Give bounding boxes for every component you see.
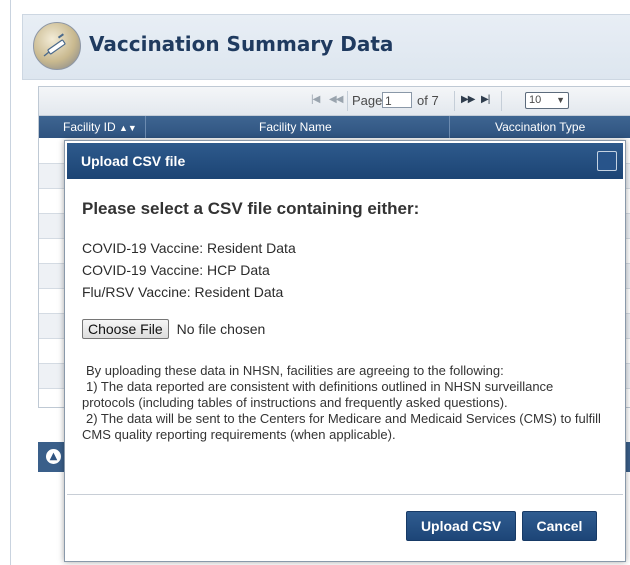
dialog-heading: Please select a CSV file containing eith… xyxy=(82,199,420,218)
dialog-title: Upload CSV file xyxy=(81,153,186,169)
list-item: Flu/RSV Vaccine: Resident Data xyxy=(82,284,284,300)
pager-divider xyxy=(347,91,348,111)
grid-pager: |◀ ◀◀ Page 1 of 7 ▶▶ ▶| 10 ▼ xyxy=(39,87,630,116)
column-header-facility-name[interactable]: Facility Name xyxy=(259,120,332,134)
upload-csv-dialog: Upload CSV file Please select a CSV file… xyxy=(64,140,626,562)
pager-divider xyxy=(454,91,455,111)
cancel-button[interactable]: Cancel xyxy=(522,511,597,541)
choose-file-button[interactable]: Choose File xyxy=(82,319,169,339)
page-header: Vaccination Summary Data xyxy=(22,14,630,80)
page-number-input[interactable]: 1 xyxy=(382,92,412,108)
disclaimer-text: By uploading these data in NHSN, facilit… xyxy=(82,363,607,443)
list-item: COVID-19 Vaccine: HCP Data xyxy=(82,262,270,278)
next-page-icon[interactable]: ▶▶ xyxy=(461,94,475,105)
page-size-select[interactable]: 10 ▼ xyxy=(525,92,569,109)
page-count-label: of 7 xyxy=(417,93,439,108)
upload-arrow-icon[interactable]: ▲ xyxy=(46,449,61,464)
page-title: Vaccination Summary Data xyxy=(89,32,394,56)
disclaimer-intro: By uploading these data in NHSN, facilit… xyxy=(86,363,504,378)
dialog-footer-divider xyxy=(67,494,623,495)
file-input: Choose File No file chosen xyxy=(82,319,607,343)
first-page-icon[interactable]: |◀ xyxy=(311,94,320,105)
prev-page-icon[interactable]: ◀◀ xyxy=(329,94,343,105)
column-divider xyxy=(449,116,450,138)
close-icon[interactable] xyxy=(597,151,617,171)
list-item: COVID-19 Vaccine: Resident Data xyxy=(82,240,296,256)
sort-arrows-icon[interactable]: ▲▼ xyxy=(119,123,137,133)
file-type-list: COVID-19 Vaccine: Resident Data COVID-19… xyxy=(82,237,607,303)
last-page-icon[interactable]: ▶| xyxy=(481,94,490,105)
page-label: Page xyxy=(352,93,383,108)
upload-csv-button[interactable]: Upload CSV xyxy=(406,511,516,541)
page-size-value: 10 xyxy=(529,94,542,106)
dialog-body: Please select a CSV file containing eith… xyxy=(82,199,607,443)
file-status-text: No file chosen xyxy=(176,321,266,337)
grid-column-headers: Facility ID ▲▼ Facility Name Vaccination… xyxy=(39,116,630,138)
column-header-facility-id[interactable]: Facility ID ▲▼ xyxy=(63,120,137,134)
column-header-vaccination-type[interactable]: Vaccination Type xyxy=(495,120,585,134)
left-edge-strip xyxy=(0,0,11,565)
disclaimer-point-1: 1) The data reported are consistent with… xyxy=(82,379,554,410)
vaccination-icon xyxy=(33,22,81,70)
dialog-title-bar: Upload CSV file xyxy=(67,143,623,179)
pager-divider xyxy=(501,91,502,111)
chevron-down-icon: ▼ xyxy=(556,95,565,105)
column-divider xyxy=(145,116,146,138)
disclaimer-point-2: 2) The data will be sent to the Centers … xyxy=(82,411,601,442)
